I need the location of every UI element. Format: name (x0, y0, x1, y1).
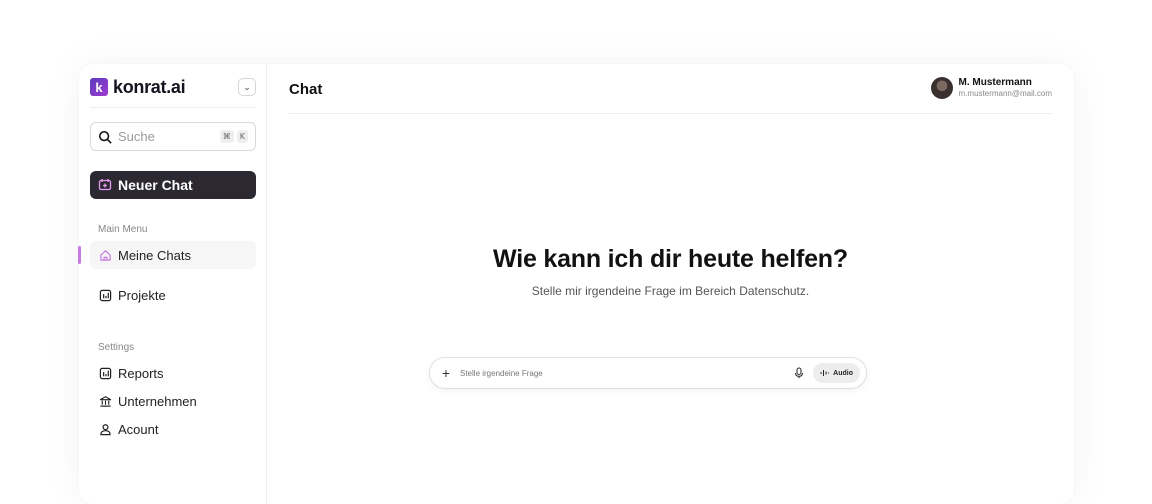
settings-heading: Settings (98, 342, 135, 353)
brand-bar: k konrat.ai ⌄ (90, 75, 256, 108)
main-menu-heading: Main Menu (98, 224, 148, 235)
sidebar: k konrat.ai ⌄ Suche ⌘ K Neuer Chat Main … (78, 64, 267, 504)
sidebar-item-unternehmen[interactable]: Unternehmen (90, 387, 256, 415)
sidebar-item-meine-chats[interactable]: Meine Chats (90, 241, 256, 269)
search-icon (98, 130, 112, 143)
top-header: Chat M. Mustermann m.mustermann@mail.com (289, 64, 1052, 114)
home-icon (100, 249, 111, 261)
chat-composer: + Audio (429, 357, 867, 389)
audio-label: Audio (833, 369, 853, 377)
user-profile[interactable]: M. Mustermann m.mustermann@mail.com (930, 76, 1052, 99)
shortcut-key: K (236, 130, 248, 143)
brand-name: konrat.ai (113, 76, 186, 97)
page-title: Chat (289, 81, 323, 98)
chat-input[interactable] (460, 368, 794, 378)
chat-plus-icon (98, 179, 112, 191)
sidebar-item-label: Reports (118, 365, 164, 381)
active-indicator (78, 246, 81, 264)
user-email: m.mustermann@mail.com (958, 89, 1052, 98)
sidebar-item-acount[interactable]: Acount (90, 415, 256, 443)
workspace-dropdown-button[interactable]: ⌄ (238, 78, 256, 96)
sidebar-item-label: Projekte (118, 287, 166, 303)
sidebar-item-label: Meine Chats (118, 247, 191, 263)
shortcut-mod-key: ⌘ (219, 130, 234, 143)
user-info: M. Mustermann m.mustermann@mail.com (959, 77, 1052, 98)
sidebar-item-label: Unternehmen (118, 393, 197, 409)
logo[interactable]: k konrat.ai (90, 76, 186, 98)
microphone-icon[interactable] (793, 367, 805, 379)
search-input[interactable]: Suche (118, 129, 217, 144)
audio-button[interactable]: Audio (813, 363, 860, 383)
sidebar-item-label: Acount (118, 421, 159, 437)
logo-icon: k (90, 78, 108, 96)
app-window: k konrat.ai ⌄ Suche ⌘ K Neuer Chat Main … (78, 64, 1074, 504)
new-chat-button[interactable]: Neuer Chat (90, 171, 256, 199)
sidebar-item-reports[interactable]: Reports (90, 359, 256, 387)
hero-subtitle: Stelle mir irgendeine Frage im Bereich D… (531, 284, 810, 298)
chart-icon (99, 289, 112, 301)
sidebar-item-projekte[interactable]: Projekte (90, 281, 256, 309)
plus-icon[interactable]: + (440, 365, 452, 381)
main-content: Chat M. Mustermann m.mustermann@mail.com… (267, 64, 1074, 504)
new-chat-label: Neuer Chat (118, 177, 193, 193)
waveform-icon (820, 370, 830, 376)
user-icon (100, 423, 111, 435)
hero-title: Wie kann ich dir heute helfen? (493, 245, 848, 273)
user-name: M. Mustermann (958, 77, 1032, 88)
chevron-down-icon: ⌄ (243, 81, 251, 92)
avatar (930, 76, 953, 99)
bank-icon (99, 395, 112, 407)
chart-icon (99, 367, 112, 379)
search-box[interactable]: Suche ⌘ K (90, 122, 256, 151)
